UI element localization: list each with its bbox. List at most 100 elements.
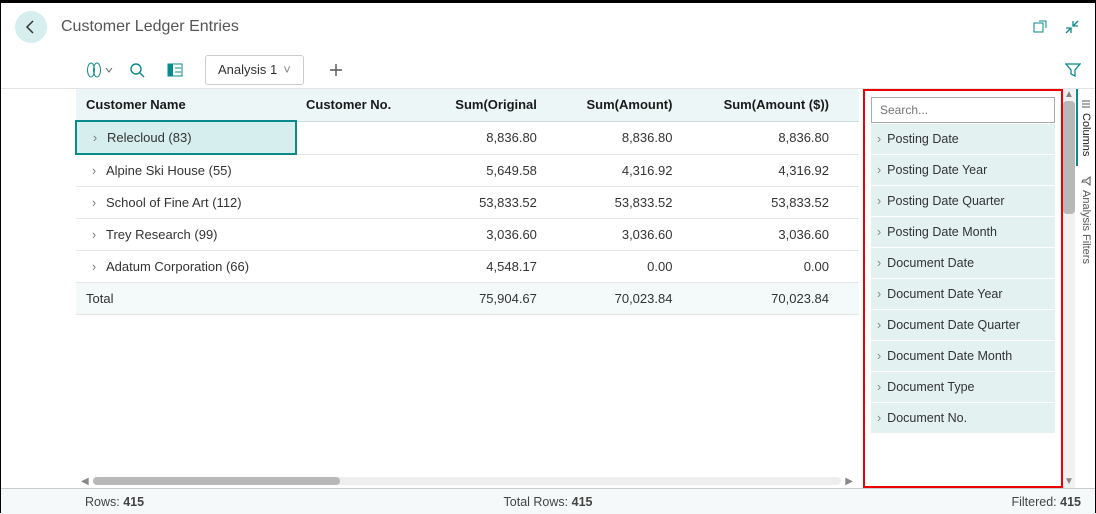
add-tab-button[interactable]: [322, 56, 350, 84]
field-item[interactable]: › Posting Date Quarter: [871, 186, 1055, 216]
table-row[interactable]: ›Relecloud (83)8,836.808,836.808,836.80: [76, 121, 859, 154]
field-item-label: Document No.: [887, 411, 967, 425]
field-item-label: Document Date Year: [887, 287, 1002, 301]
field-item-label: Document Date Quarter: [887, 318, 1020, 332]
field-item[interactable]: › Document Type: [871, 372, 1055, 402]
vertical-scrollbar[interactable]: ▲ ▼: [1063, 89, 1075, 488]
customer-no-cell: [296, 187, 436, 219]
horizontal-scrollbar[interactable]: ◀ ▶: [75, 474, 859, 488]
field-item[interactable]: ›Document No.: [871, 403, 1055, 433]
sum-amount-usd-cell: 8,836.80: [702, 121, 859, 154]
field-item[interactable]: ›Posting Date Month: [871, 217, 1055, 247]
field-search-input[interactable]: [871, 97, 1055, 123]
chevron-right-icon: ›: [877, 194, 881, 208]
col-sum-amount[interactable]: Sum(Amount): [567, 89, 703, 121]
customer-no-cell: [296, 219, 436, 251]
status-filtered: Filtered: 415: [1011, 495, 1081, 509]
customer-name-cell: Adatum Corporation (66): [106, 259, 249, 274]
plus-icon: [329, 63, 343, 77]
status-total-rows: Total Rows: 415: [504, 495, 593, 509]
total-label: Total: [76, 283, 296, 315]
chevron-down-icon: ˅: [283, 62, 291, 77]
sum-original-cell: 4,548.17: [436, 251, 567, 283]
data-grid: Customer Name Customer No. Sum(Original …: [1, 89, 859, 488]
field-item[interactable]: ›Posting Date Year: [871, 155, 1055, 185]
chevron-right-icon: ›: [877, 256, 881, 270]
back-button[interactable]: [15, 11, 47, 43]
table-row[interactable]: ›School of Fine Art (112)53,833.5253,833…: [76, 187, 859, 219]
customer-no-cell: [296, 251, 436, 283]
field-item[interactable]: › Document Date Month: [871, 341, 1055, 371]
pivot-mode-button[interactable]: [85, 56, 113, 84]
chevron-right-icon: ›: [877, 132, 881, 146]
sum-original-cell: 8,836.80: [436, 121, 567, 154]
field-item[interactable]: › Document Date: [871, 248, 1055, 278]
side-tab-analysis-filters[interactable]: Analysis Filters: [1076, 166, 1094, 274]
search-icon: [129, 62, 145, 78]
field-item[interactable]: › Posting Date: [871, 124, 1055, 154]
funnel-icon: [1065, 62, 1081, 78]
status-rows: Rows: 415: [85, 495, 144, 509]
expand-icon[interactable]: ›: [86, 259, 102, 274]
analysis-tab[interactable]: Analysis 1 ˅: [205, 55, 304, 85]
customer-no-cell: [296, 121, 436, 154]
layout-button[interactable]: [161, 56, 189, 84]
field-item-label: Posting Date Quarter: [887, 194, 1004, 208]
sum-amount-usd-cell: 4,316.92: [702, 154, 859, 187]
sum-original-cell: 53,833.52: [436, 187, 567, 219]
scroll-right-icon[interactable]: ▶: [845, 476, 853, 487]
side-tab-columns[interactable]: Columns: [1076, 89, 1094, 166]
col-sum-amount-usd[interactable]: Sum(Amount ($)): [702, 89, 859, 121]
expand-icon[interactable]: ›: [86, 227, 102, 242]
col-sum-original[interactable]: Sum(Original: [436, 89, 567, 121]
side-tabs: Columns Analysis Filters: [1075, 89, 1095, 488]
customer-no-cell: [296, 154, 436, 187]
sum-amount-usd-cell: 0.00: [702, 251, 859, 283]
chevron-right-icon: ›: [877, 287, 881, 301]
field-item[interactable]: › Document Date Quarter: [871, 310, 1055, 340]
table-row[interactable]: ›Trey Research (99)3,036.603,036.603,036…: [76, 219, 859, 251]
field-item-label: Document Date Month: [887, 349, 1012, 363]
sum-amount-cell: 3,036.60: [567, 219, 703, 251]
table-row[interactable]: ›Alpine Ski House (55)5,649.584,316.924,…: [76, 154, 859, 187]
col-customer-no[interactable]: Customer No.: [296, 89, 436, 121]
expand-icon[interactable]: ›: [86, 195, 102, 210]
field-item[interactable]: › Document Date Year: [871, 279, 1055, 309]
funnel-icon: [1081, 176, 1091, 186]
field-item-label: Document Date: [887, 256, 974, 270]
open-new-window-icon[interactable]: [1031, 18, 1049, 36]
customer-name-cell: School of Fine Art (112): [106, 195, 242, 210]
sum-original-cell: 3,036.60: [436, 219, 567, 251]
field-item-label: Document Type: [887, 380, 974, 394]
search-button[interactable]: [123, 56, 151, 84]
chevron-right-icon: ›: [877, 318, 881, 332]
page-header: Customer Ledger Entries: [1, 3, 1095, 51]
arrow-left-icon: [23, 19, 39, 35]
chevron-down-icon: [105, 66, 113, 74]
field-item-label: Posting Date: [887, 132, 959, 146]
sum-amount-cell: 4,316.92: [567, 154, 703, 187]
sum-amount-usd-cell: 3,036.60: [702, 219, 859, 251]
customer-name-cell: Relecloud (83): [107, 130, 192, 145]
sum-amount-cell: 53,833.52: [567, 187, 703, 219]
sum-amount-usd-cell: 53,833.52: [702, 187, 859, 219]
columns-panel: ›Posting Date›Posting Date Year›Posting …: [863, 89, 1063, 488]
scroll-left-icon[interactable]: ◀: [81, 476, 89, 487]
chevron-right-icon: ›: [877, 163, 881, 177]
chevron-right-icon: ›: [877, 349, 881, 363]
scroll-down-icon[interactable]: ▼: [1064, 476, 1074, 488]
table-row[interactable]: ›Adatum Corporation (66)4,548.170.000.00: [76, 251, 859, 283]
filter-toggle-button[interactable]: [1059, 56, 1087, 84]
columns-icon: [1081, 99, 1091, 109]
expand-icon[interactable]: ›: [87, 130, 103, 145]
chevron-right-icon: ›: [877, 225, 881, 239]
collapse-icon[interactable]: [1063, 18, 1081, 36]
sum-original-cell: 5,649.58: [436, 154, 567, 187]
status-bar: Rows: 415 Total Rows: 415 Filtered: 415: [1, 488, 1095, 514]
sum-amount-cell: 0.00: [567, 251, 703, 283]
scroll-up-icon[interactable]: ▲: [1064, 89, 1074, 101]
chevron-right-icon: ›: [877, 380, 881, 394]
expand-icon[interactable]: ›: [86, 163, 102, 178]
customer-name-cell: Alpine Ski House (55): [106, 163, 232, 178]
col-customer-name[interactable]: Customer Name: [76, 89, 296, 121]
